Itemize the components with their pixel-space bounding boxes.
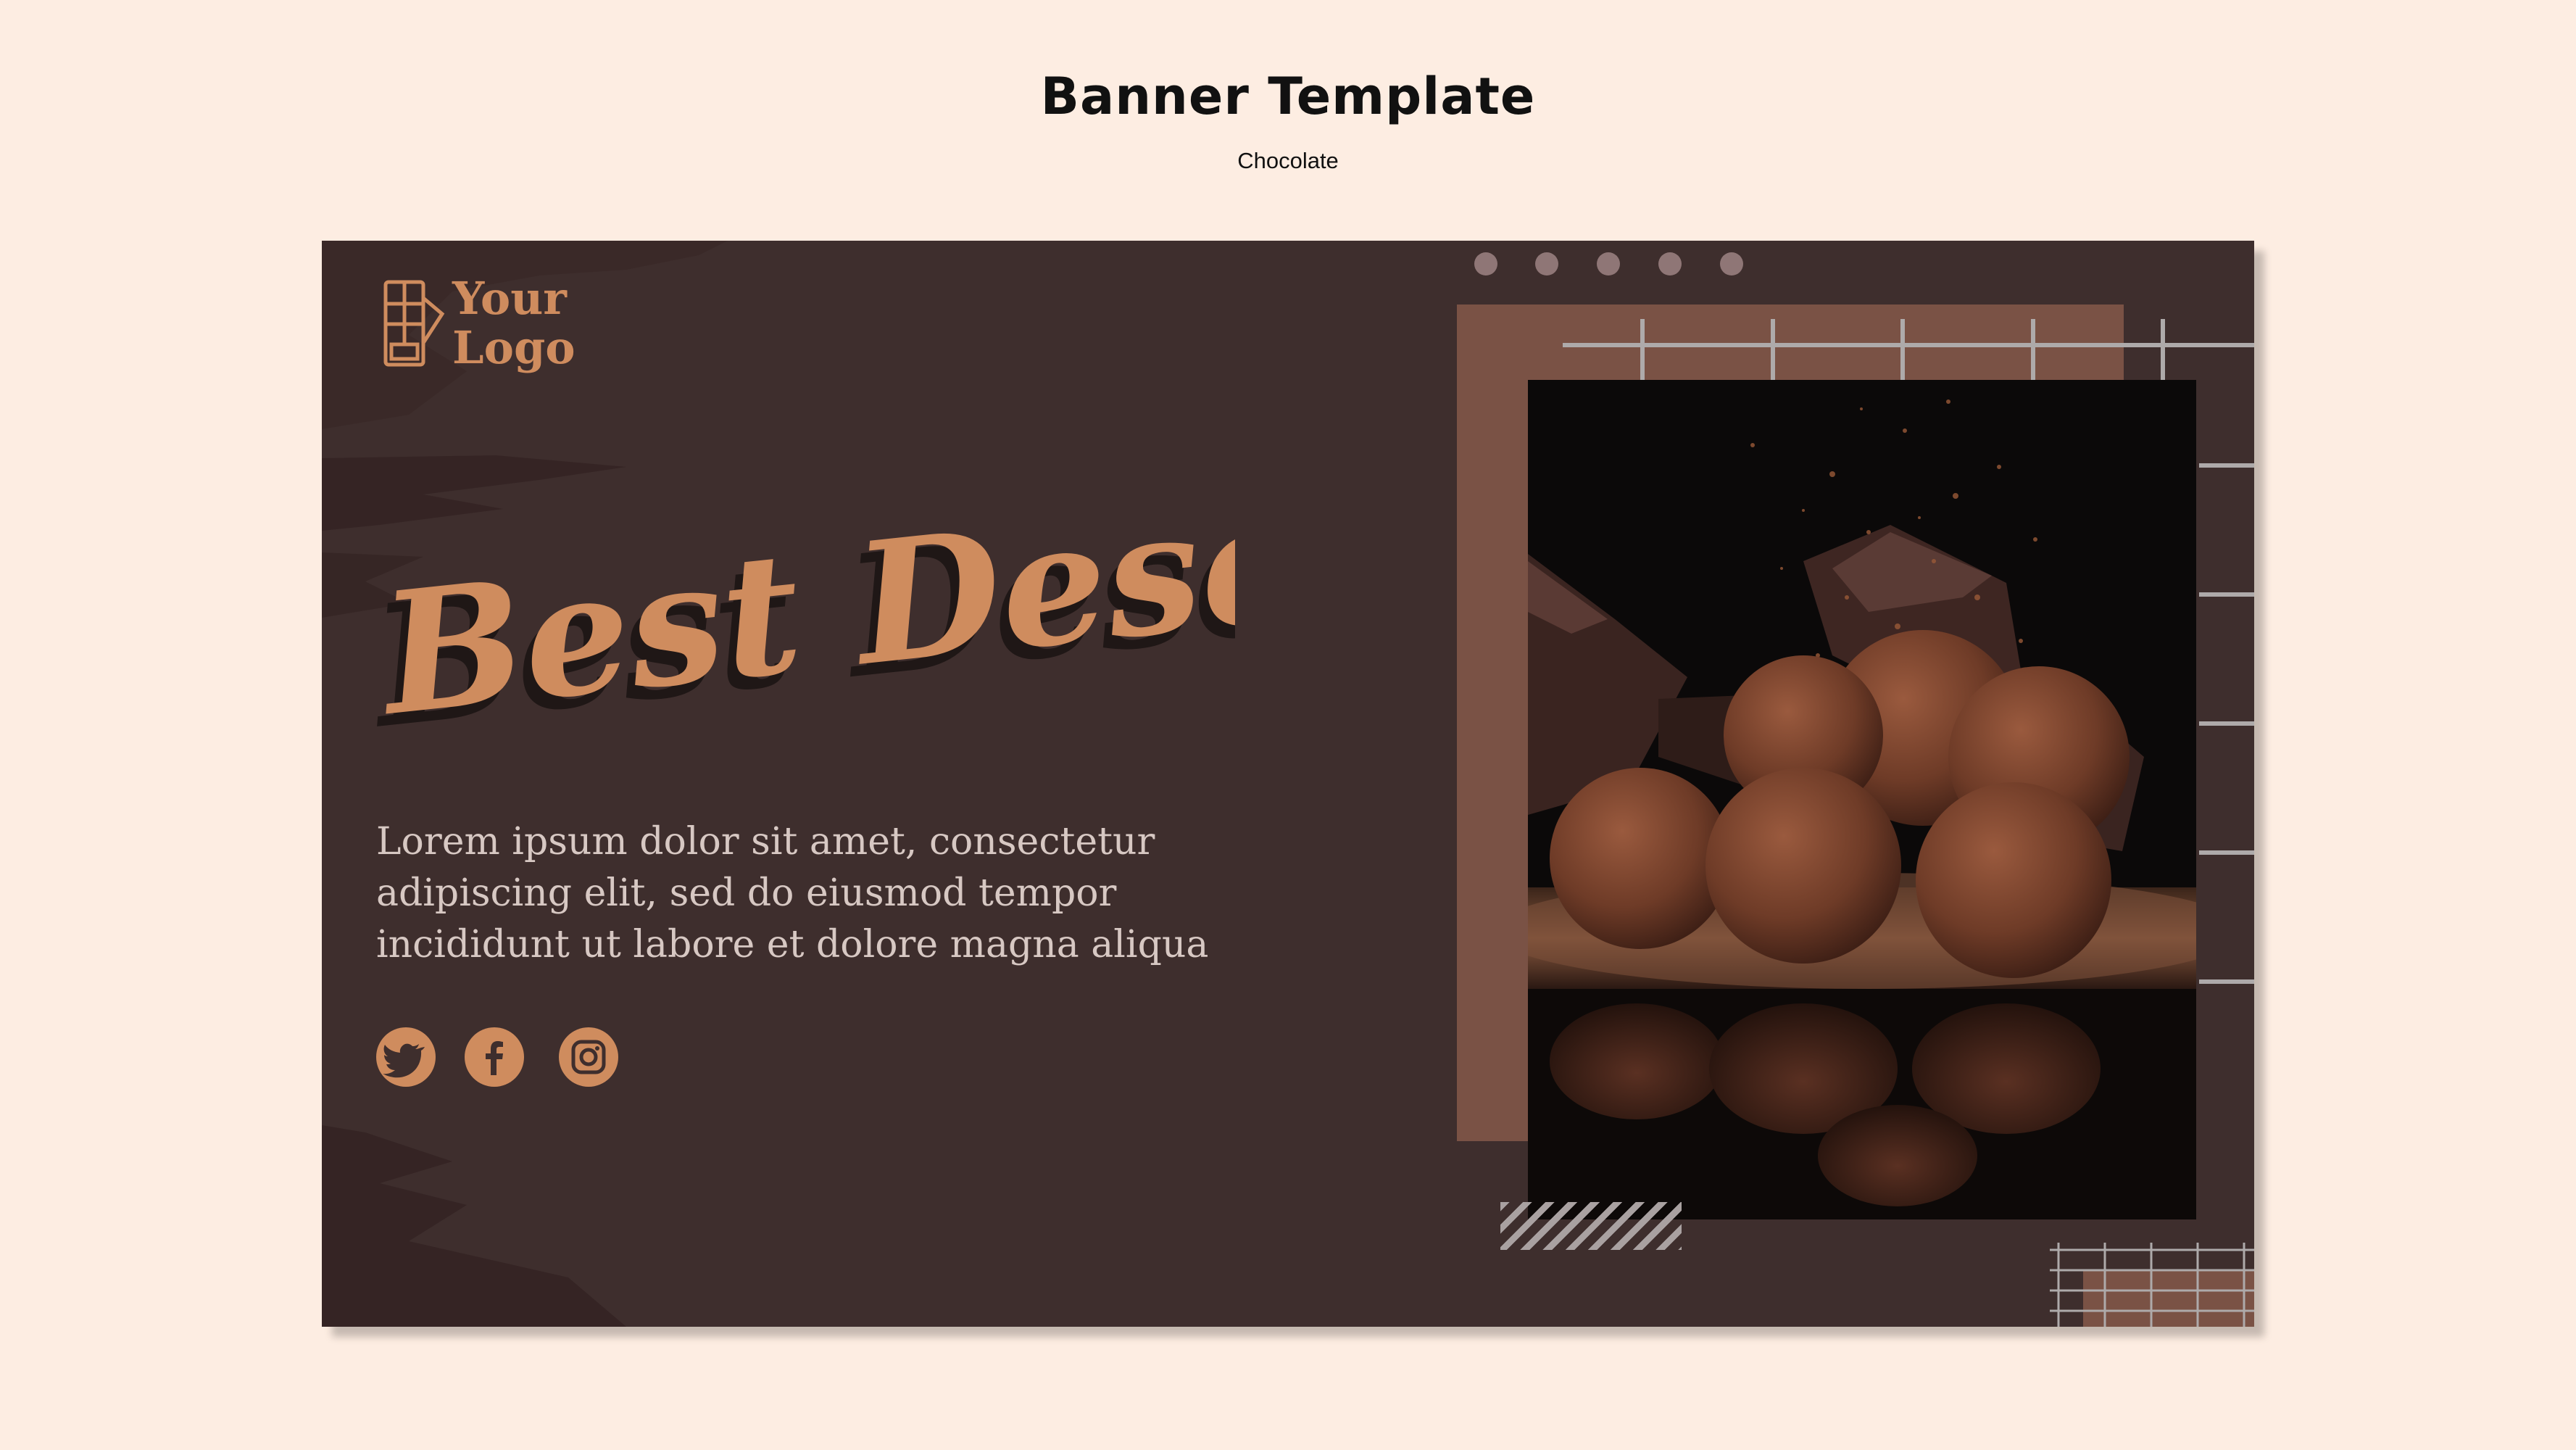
logo-text-line2: Logo: [452, 321, 576, 374]
facebook-button[interactable]: [465, 1027, 524, 1087]
headline: Best Desert Best Desert: [365, 458, 1235, 763]
twitter-icon: [383, 1043, 425, 1078]
banner: Your Logo Best Desert Best Desert Lorem …: [322, 241, 2254, 1327]
grid-lines-top: [1563, 319, 2254, 384]
page-title: Banner Template: [1040, 67, 1536, 126]
brush-texture: [322, 241, 728, 1327]
logo-text-line1: Your: [452, 272, 567, 325]
chocolate-bar-icon: [383, 280, 445, 367]
twitter-button[interactable]: [376, 1027, 436, 1087]
instagram-icon: [571, 1040, 606, 1074]
instagram-button[interactable]: [559, 1027, 618, 1087]
facebook-icon: [486, 1041, 503, 1075]
grid-lines-corner: [2050, 1243, 2254, 1327]
headline-text: Best Desert: [369, 458, 1235, 753]
body-text: Lorem ipsum dolor sit amet, consectetur …: [376, 820, 1209, 966]
logo: Your Logo: [381, 274, 576, 373]
hatch-pattern: [1500, 1202, 1682, 1250]
truffles-photo: [1528, 380, 2196, 1219]
page-subtitle: Chocolate: [1237, 148, 1339, 173]
grid-lines-right: [2199, 463, 2254, 984]
